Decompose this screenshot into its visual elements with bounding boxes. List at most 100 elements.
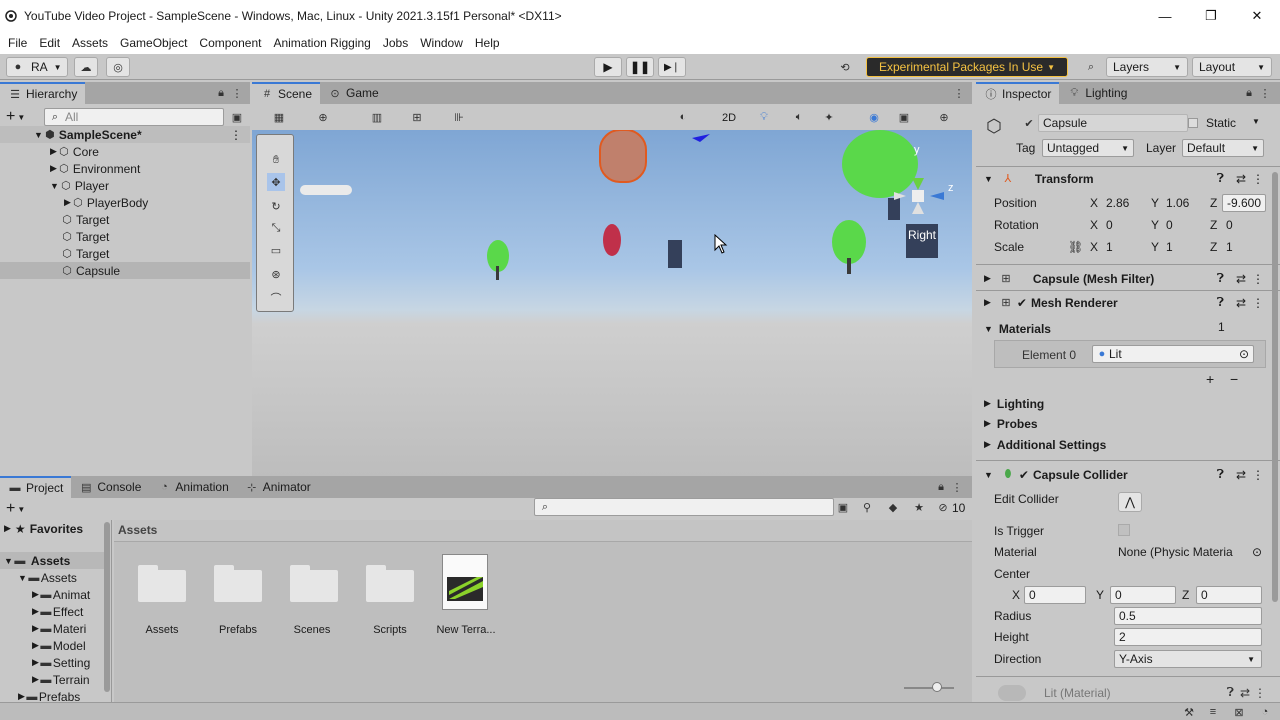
tab-scene[interactable]: # Scene [252, 82, 321, 104]
help-icon[interactable]: ❓︎ [1227, 685, 1234, 700]
hidden-packages-icon[interactable]: ⊘ [936, 500, 950, 514]
scene-viewport[interactable]: y z Right [252, 130, 972, 476]
more-options-icon[interactable]: ⋮ [1254, 686, 1266, 700]
position-z-field[interactable]: -9.600 [1222, 194, 1266, 212]
add-element-button[interactable]: + [1206, 371, 1214, 387]
tab-project[interactable]: ▬ Project [0, 476, 72, 498]
asset-folder-scripts[interactable] [366, 562, 414, 602]
progress-icon[interactable]: ◔ [1258, 705, 1272, 719]
center-z-field[interactable]: 0 [1196, 586, 1262, 604]
tree-item[interactable]: ▶ ▬ Effect [32, 603, 83, 620]
more-options-icon[interactable]: ⋮ [1252, 468, 1264, 482]
search-by-type-icon[interactable]: ▣ [836, 500, 850, 514]
menu-animation-rigging[interactable]: Animation Rigging [267, 36, 376, 50]
more-options-icon[interactable]: ⋮ [1258, 86, 1272, 100]
presets-icon[interactable]: ⇄ [1236, 296, 1246, 310]
tab-inspector[interactable]: ⓘ Inspector [976, 82, 1060, 104]
object-name-input[interactable]: Capsule [1038, 114, 1188, 132]
scale-z-field[interactable]: 1 [1222, 238, 1266, 256]
cloud-button[interactable]: ☁ [74, 57, 98, 77]
more-options-icon[interactable]: ⋮ [950, 480, 964, 494]
probes-foldout[interactable]: ▶ Probes [976, 415, 1038, 432]
hierarchy-item[interactable]: ⬡ Target [0, 245, 109, 262]
menu-assets[interactable]: Assets [66, 36, 114, 50]
hierarchy-item-selected[interactable]: ⬡ Capsule [0, 262, 250, 279]
tree-item[interactable]: ▶ ▬ Animat [32, 586, 90, 603]
collab-button[interactable]: ◎ [106, 57, 130, 77]
shading-icon[interactable]: ◐ [676, 110, 690, 124]
scale-x-field[interactable]: 1 [1102, 238, 1148, 256]
object-picker-icon[interactable]: ⊙ [1239, 347, 1249, 361]
hierarchy-search-input[interactable]: ⌕ All [44, 108, 224, 126]
zoom-slider-thumb[interactable] [932, 682, 942, 692]
radius-field[interactable]: 0.5 [1114, 607, 1262, 625]
breadcrumb[interactable]: Assets [118, 523, 157, 537]
layout-dropdown[interactable]: Layout ▼ [1192, 57, 1272, 77]
transform-tool-icon[interactable]: ⊛ [269, 267, 283, 281]
build-icon[interactable]: ⚒ [1182, 705, 1196, 719]
scene-row[interactable]: ▼ ⬢ SampleScene* ⋮ [0, 126, 250, 143]
tab-console[interactable]: ▤ Console [71, 476, 149, 498]
star-icon[interactable]: ★ [912, 500, 926, 514]
network-icon[interactable]: ⊠ [1232, 705, 1246, 719]
experimental-packages-dropdown[interactable]: Experimental Packages In Use ▼ [866, 57, 1068, 77]
account-dropdown[interactable]: ● RA ▼ [6, 57, 68, 77]
globe-icon[interactable]: ⊕ [316, 110, 330, 124]
play-button[interactable]: ▶ [594, 57, 622, 77]
asset-folder-assets[interactable] [138, 562, 186, 602]
close-button[interactable]: ✕ [1234, 0, 1280, 32]
tree-item[interactable]: ▶ ▬ Model [32, 637, 86, 654]
tab-hierarchy[interactable]: ☰ Hierarchy [0, 82, 86, 104]
help-icon[interactable]: ❓︎ [1217, 295, 1224, 310]
tree-item[interactable]: ▼ ▬ Assets [18, 569, 77, 586]
tab-game[interactable]: ⊙ Game [320, 82, 387, 104]
layers-dropdown[interactable]: Layers ▼ [1106, 57, 1188, 77]
more-options-icon[interactable]: ⋮ [1252, 296, 1264, 310]
search-button[interactable]: ⌕ [1080, 57, 1102, 77]
lit-material-header[interactable]: Lit (Material) ❓︎ ⇄ ⋮ [976, 684, 1280, 701]
inspector-scrollbar[interactable] [1272, 172, 1278, 602]
presets-icon[interactable]: ⇄ [1236, 468, 1246, 482]
capsule-collider-header[interactable]: ▼ ⬮ ✔ Capsule Collider ❓︎ ⇄ ⋮ [976, 466, 1280, 483]
tab-lighting[interactable]: 💡︎ Lighting [1059, 82, 1135, 104]
tree-item[interactable]: ▶ ▬ Materi [32, 620, 86, 637]
mesh-renderer-checkbox[interactable]: ✔ [1017, 296, 1027, 310]
pause-button[interactable]: ❚❚ [626, 57, 654, 77]
menu-file[interactable]: File [0, 36, 33, 50]
menu-jobs[interactable]: Jobs [377, 36, 414, 50]
help-icon[interactable]: ❓︎ [1217, 171, 1224, 186]
draw-mode-icon[interactable]: ▦ [272, 110, 286, 124]
link-scale-icon[interactable]: ⛓︎ [1068, 240, 1083, 254]
scale-tool-icon[interactable]: ⤡ [269, 221, 283, 235]
physic-material-field[interactable]: None (Physic Materia ⊙ [1114, 543, 1266, 561]
tag-icon[interactable]: ◆ [886, 500, 900, 514]
menu-window[interactable]: Window [414, 36, 469, 50]
tag-dropdown[interactable]: Untagged ▼ [1042, 139, 1134, 157]
terrain-asset[interactable] [442, 554, 488, 610]
more-options-icon[interactable]: ⋮ [230, 128, 242, 142]
mesh-filter-header[interactable]: ▶ ⊞ Capsule (Mesh Filter) ❓︎ ⇄ ⋮ [976, 270, 1280, 287]
element-0-field[interactable]: ● Lit ⊙ [1092, 345, 1254, 363]
asset-folder-prefabs[interactable] [214, 562, 262, 602]
lock-icon[interactable]: 🔒︎ [934, 480, 948, 494]
transform-header[interactable]: ▼ ⅄ Transform ❓︎ ⇄ ⋮ [976, 170, 1280, 187]
capsule-collider-checkbox[interactable]: ✔ [1019, 468, 1029, 482]
lock-icon[interactable]: 🔒︎ [1242, 86, 1256, 100]
active-checkbox[interactable]: ✔ [1022, 116, 1036, 130]
menu-gameobject[interactable]: GameObject [114, 36, 193, 50]
zoom-slider[interactable] [904, 682, 954, 692]
materials-count-field[interactable]: 1 [1214, 318, 1262, 336]
custom-tool-icon[interactable]: ⌒ [269, 291, 283, 305]
hierarchy-item[interactable]: ▼ ⬡ Player [0, 177, 109, 194]
more-options-icon[interactable]: ⋮ [1252, 172, 1264, 186]
rotation-y-field[interactable]: 0 [1162, 216, 1208, 234]
snap-grid-icon[interactable]: ▥ [370, 110, 384, 124]
layer-dropdown[interactable]: Default ▼ [1182, 139, 1264, 157]
more-options-icon[interactable]: ⋮ [952, 86, 966, 100]
lighting-toggle-icon[interactable]: 💡︎ [757, 110, 771, 124]
menu-edit[interactable]: Edit [33, 36, 66, 50]
hierarchy-item[interactable]: ⬡ Target [0, 211, 109, 228]
tab-animation[interactable]: ◔ Animation [149, 476, 236, 498]
search-by-label-icon[interactable]: ⚲ [860, 500, 874, 514]
hierarchy-item[interactable]: ▶ ⬡ PlayerBody [0, 194, 148, 211]
